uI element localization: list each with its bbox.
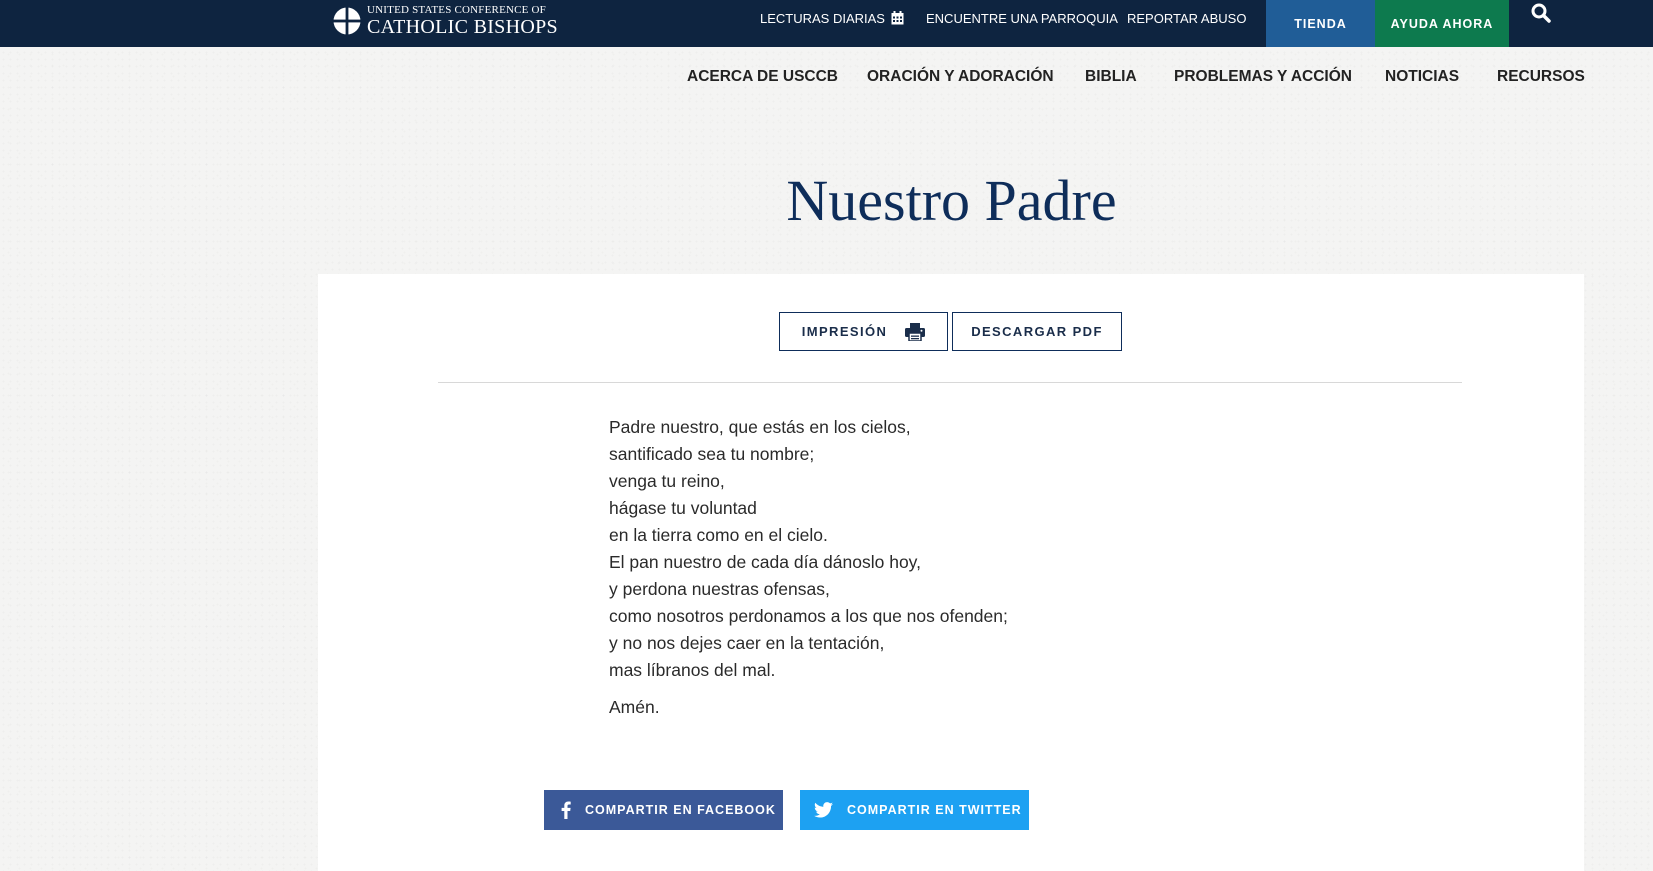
share-twitter-label: COMPARTIR EN TWITTER xyxy=(847,803,1022,817)
usccb-logo[interactable]: UNITED STATES CONFERENCE OF CATHOLIC BIS… xyxy=(333,4,558,38)
find-parish-link[interactable]: ENCUENTRE UNA PARROQUIA xyxy=(926,11,1118,27)
logo-line-2: CATHOLIC BISHOPS xyxy=(367,16,558,38)
content-panel: IMPRESIÓN DESCARGAR PDF Padre nuestro, q… xyxy=(318,274,1584,871)
print-button[interactable]: IMPRESIÓN xyxy=(779,312,948,351)
prayer-line: como nosotros perdonamos a los que nos o… xyxy=(609,606,1008,626)
nav-item-resources[interactable]: RECURSOS xyxy=(1497,67,1585,87)
prayer-line: y perdona nuestras ofensas, xyxy=(609,579,830,599)
share-facebook-button[interactable]: COMPARTIR EN FACEBOOK xyxy=(544,790,783,830)
report-abuse-link[interactable]: REPORTAR ABUSO xyxy=(1127,11,1246,27)
facebook-icon xyxy=(561,801,571,819)
prayer-line: El pan nuestro de cada día dánoslo hoy, xyxy=(609,552,921,572)
calendar-icon xyxy=(891,11,904,25)
share-facebook-label: COMPARTIR EN FACEBOOK xyxy=(585,803,776,817)
share-twitter-button[interactable]: COMPARTIR EN TWITTER xyxy=(800,790,1029,830)
store-button[interactable]: TIENDA xyxy=(1266,0,1375,47)
divider xyxy=(438,382,1462,383)
search-icon[interactable] xyxy=(1531,3,1551,23)
cross-logo-icon xyxy=(333,7,361,35)
nav-item-about[interactable]: ACERCA DE USCCB xyxy=(687,67,838,87)
prayer-line: santificado sea tu nombre; xyxy=(609,444,815,464)
twitter-icon xyxy=(814,802,833,818)
printer-icon xyxy=(905,322,926,341)
daily-readings-link[interactable]: LECTURAS DIARIAS xyxy=(760,11,904,27)
prayer-line: hágase tu voluntad xyxy=(609,498,757,518)
prayer-amen: Amén. xyxy=(609,697,660,717)
print-label: IMPRESIÓN xyxy=(801,324,888,339)
download-pdf-button[interactable]: DESCARGAR PDF xyxy=(952,312,1122,351)
logo-line-1: UNITED STATES CONFERENCE OF xyxy=(367,4,546,16)
prayer-line: venga tu reino, xyxy=(609,471,725,491)
prayer-line: Padre nuestro, que estás en los cielos, xyxy=(609,417,911,437)
daily-readings-label: LECTURAS DIARIAS xyxy=(760,11,885,26)
page-title: Nuestro Padre xyxy=(786,168,1117,233)
prayer-line: y no nos dejes caer en la tentación, xyxy=(609,633,885,653)
nav-item-news[interactable]: NOTICIAS xyxy=(1385,67,1459,87)
logo-wordmark: UNITED STATES CONFERENCE OF CATHOLIC BIS… xyxy=(367,4,558,38)
nav-item-bible[interactable]: BIBLIA xyxy=(1085,67,1137,87)
top-bar: UNITED STATES CONFERENCE OF CATHOLIC BIS… xyxy=(0,0,1653,47)
nav-item-prayer[interactable]: ORACIÓN Y ADORACIÓN xyxy=(867,67,1054,87)
prayer-line: mas líbranos del mal. xyxy=(609,660,776,680)
nav-item-issues[interactable]: PROBLEMAS Y ACCIÓN xyxy=(1174,67,1352,87)
prayer-line: en la tierra como en el cielo. xyxy=(609,525,828,545)
prayer-text: Padre nuestro, que estás en los cielos, … xyxy=(609,414,1008,721)
help-now-button[interactable]: AYUDA AHORA xyxy=(1375,0,1509,47)
